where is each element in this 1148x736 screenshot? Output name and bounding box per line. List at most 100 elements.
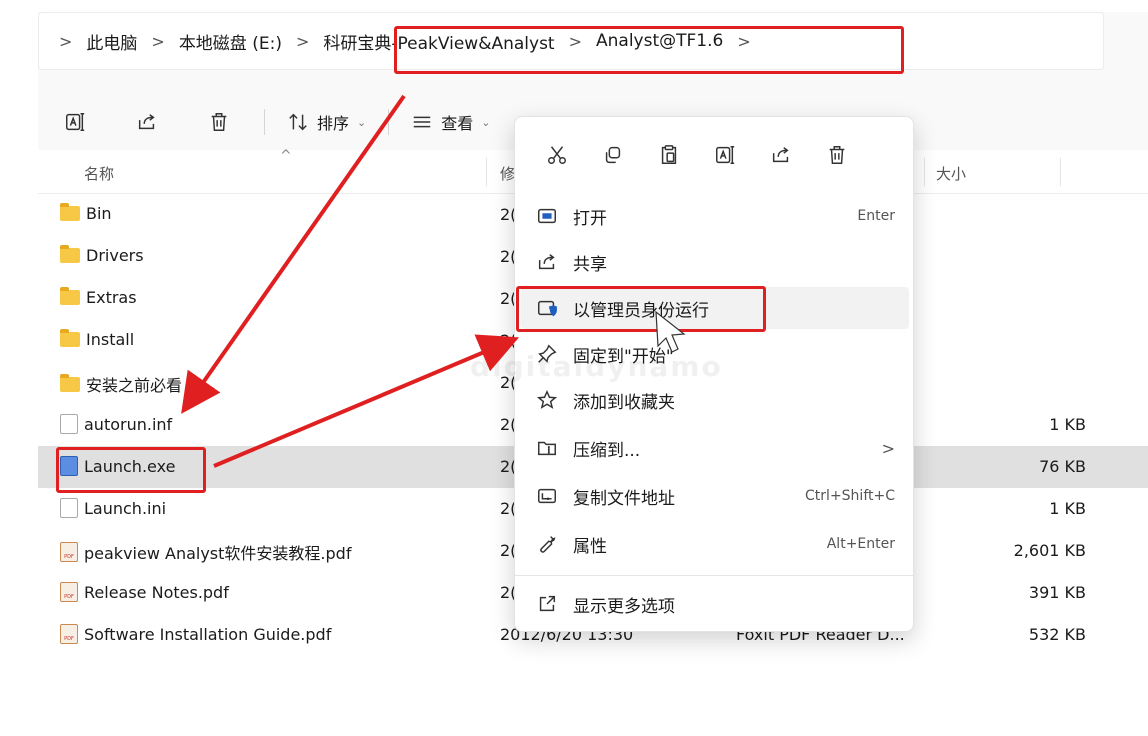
cut-button[interactable] <box>529 133 585 177</box>
delete-button[interactable] <box>194 102 244 142</box>
file-size: 532 KB <box>1028 625 1086 644</box>
toolbar-divider <box>388 109 390 135</box>
column-header-modified[interactable]: 修 <box>500 163 515 184</box>
file-name-cell[interactable]: Bin <box>60 203 112 223</box>
rename-icon <box>66 113 85 131</box>
file-name-cell[interactable]: autorun.inf <box>60 414 172 434</box>
share-icon <box>772 147 789 163</box>
menu-item-add-to-favorites[interactable]: 添加到收藏夹 <box>521 379 909 421</box>
file-name: Extras <box>86 288 137 307</box>
menu-item-show-more-options[interactable]: 显示更多选项 <box>521 583 909 625</box>
rename-button[interactable] <box>50 102 100 142</box>
trash-icon <box>829 146 845 164</box>
paste-button[interactable] <box>641 133 697 177</box>
sort-label: 排序 <box>317 114 350 133</box>
file-name: Drivers <box>86 246 144 265</box>
menu-item-copy-path[interactable]: 复制文件地址 Ctrl+Shift+C <box>521 475 909 517</box>
folder-icon <box>60 287 80 305</box>
menu-divider <box>515 575 913 576</box>
menu-item-label: 共享 <box>573 254 607 275</box>
chevron-down-icon: ⌄ <box>481 115 491 129</box>
file-size: 1 KB <box>1049 499 1086 518</box>
file-size: 1 KB <box>1049 415 1086 434</box>
open-window-icon <box>527 205 567 227</box>
wrench-icon <box>527 533 567 555</box>
file-size: 391 KB <box>1028 583 1086 602</box>
column-header-size[interactable]: 大小 <box>936 163 966 184</box>
view-list-icon <box>413 116 431 128</box>
menu-item-shortcut: Enter <box>857 208 895 224</box>
rename-button[interactable] <box>697 133 753 177</box>
trash-icon <box>211 113 227 131</box>
menu-item-label: 压缩到... <box>573 440 641 461</box>
menu-item-shortcut: Ctrl+Shift+C <box>805 488 895 504</box>
zip-folder-icon <box>527 437 567 459</box>
pdf-file-icon <box>60 624 78 644</box>
share-button[interactable] <box>122 102 172 142</box>
file-name: Bin <box>86 204 112 223</box>
context-menu-quick-actions <box>515 117 913 193</box>
file-name: Release Notes.pdf <box>84 582 229 602</box>
view-button[interactable]: 查看 ⌄ <box>399 110 502 134</box>
file-name: Software Installation Guide.pdf <box>84 624 332 644</box>
menu-item-properties[interactable]: 属性 Alt+Enter <box>521 523 909 565</box>
file-name-cell[interactable]: Release Notes.pdf <box>60 582 229 602</box>
delete-button[interactable] <box>809 133 865 177</box>
file-name-cell[interactable]: 安装之前必看 <box>60 372 182 396</box>
scissors-icon <box>548 146 566 164</box>
breadcrumb-separator[interactable]: > <box>145 32 170 51</box>
rename-icon <box>716 146 735 164</box>
view-label: 查看 <box>441 114 474 133</box>
pdf-file-icon <box>60 542 78 562</box>
highlight-box-run-as-admin <box>516 286 766 332</box>
settings-file-icon <box>60 498 78 518</box>
column-divider[interactable] <box>486 158 487 186</box>
folder-icon <box>60 329 80 347</box>
chevron-right-icon: > <box>881 438 895 458</box>
file-name: peakview Analyst软件安装教程.pdf <box>84 544 352 563</box>
breadcrumb-expand-chevron[interactable]: > <box>39 32 78 51</box>
column-divider[interactable] <box>1060 158 1061 186</box>
file-name: Install <box>86 330 135 349</box>
highlight-box-launch-exe <box>56 447 206 493</box>
menu-item-share[interactable]: 共享 <box>521 241 909 283</box>
menu-item-compress-to[interactable]: 压缩到... > <box>521 427 909 469</box>
folder-icon <box>60 245 80 263</box>
menu-item-label: 复制文件地址 <box>573 488 675 509</box>
breadcrumb-separator[interactable]: > <box>290 32 315 51</box>
menu-item-shortcut: Alt+Enter <box>826 536 895 552</box>
share-icon <box>527 251 567 273</box>
highlight-box-breadcrumb <box>394 26 904 74</box>
sort-ascending-icon: ^ <box>280 148 292 164</box>
file-name-cell[interactable]: peakview Analyst软件安装教程.pdf <box>60 540 351 564</box>
file-name-cell[interactable]: Install <box>60 329 135 349</box>
column-header-name[interactable]: 名称 <box>84 163 114 184</box>
file-name-cell[interactable]: Drivers <box>60 245 144 265</box>
sort-icon <box>289 113 307 131</box>
sort-button[interactable]: 排序 ⌄ <box>275 110 378 134</box>
file-name-cell[interactable]: Extras <box>60 287 137 307</box>
column-divider[interactable] <box>924 158 925 186</box>
star-icon <box>527 389 567 411</box>
breadcrumb-item-this-pc[interactable]: 此电脑 <box>78 12 145 70</box>
share-icon <box>138 114 155 130</box>
file-name-cell[interactable]: Launch.ini <box>60 498 166 518</box>
chevron-down-icon: ⌄ <box>357 115 367 129</box>
file-name-cell[interactable]: Software Installation Guide.pdf <box>60 624 331 644</box>
share-button[interactable] <box>753 133 809 177</box>
toolbar-divider <box>264 109 265 135</box>
file-name: 安装之前必看 <box>86 376 183 395</box>
file-name: Launch.ini <box>84 498 167 518</box>
menu-item-label: 显示更多选项 <box>573 596 675 617</box>
pdf-file-icon <box>60 582 78 602</box>
file-size: 2,601 KB <box>1013 541 1086 560</box>
settings-file-icon <box>60 414 78 434</box>
menu-item-open[interactable]: 打开 Enter <box>521 195 909 237</box>
copy-icon <box>605 146 621 164</box>
menu-item-label: 添加到收藏夹 <box>573 392 675 413</box>
copy-button[interactable] <box>585 133 641 177</box>
folder-icon <box>60 373 80 392</box>
file-name: autorun.inf <box>84 414 173 434</box>
breadcrumb-item-local-disk[interactable]: 本地磁盘 (E:) <box>171 12 290 70</box>
copy-path-icon <box>527 485 567 507</box>
